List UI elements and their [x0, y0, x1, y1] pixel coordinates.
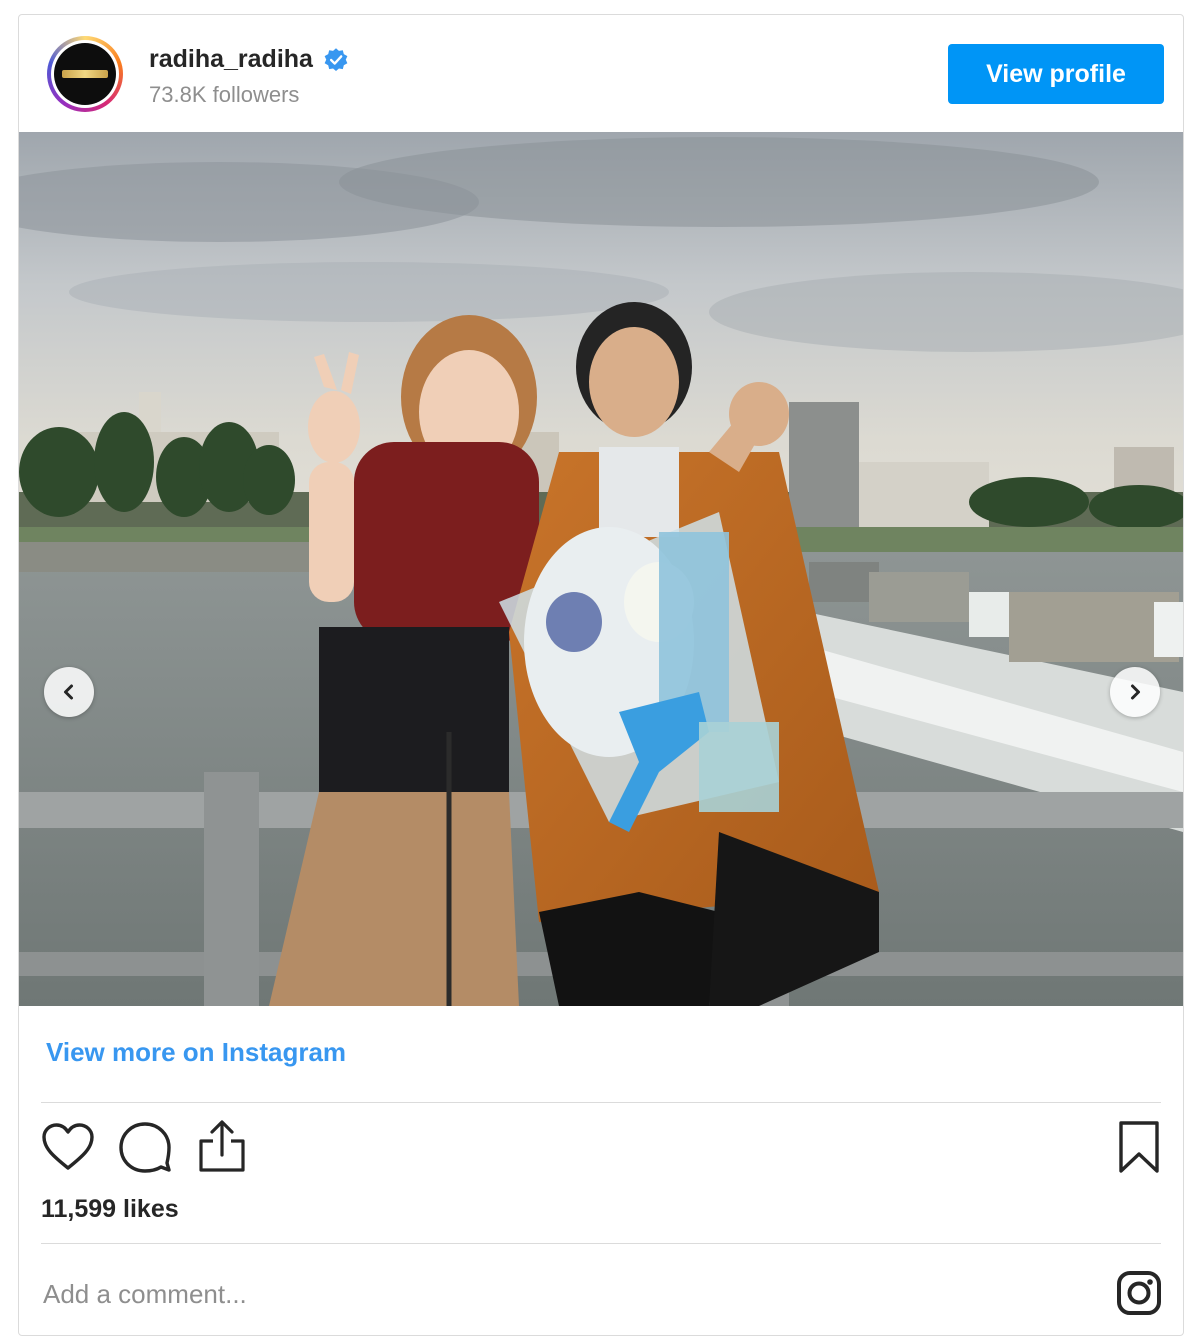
- follower-count: 73.8K followers: [149, 82, 300, 107]
- divider: [41, 1102, 1161, 1103]
- carousel-prev-button[interactable]: [44, 667, 94, 717]
- view-more-link[interactable]: View more on Instagram: [46, 1037, 346, 1068]
- carousel-next-button[interactable]: [1110, 667, 1160, 717]
- heart-icon[interactable]: [41, 1122, 95, 1172]
- like-count[interactable]: 11,599 likes: [41, 1195, 179, 1224]
- photo-illustration: [19, 132, 1183, 1006]
- avatar[interactable]: [47, 36, 123, 112]
- divider: [41, 1243, 1161, 1244]
- verified-badge-icon: [324, 47, 348, 71]
- profile-info: radiha_radiha: [149, 45, 349, 74]
- chevron-right-icon: [1131, 684, 1140, 700]
- comment-input[interactable]: [41, 1271, 1105, 1317]
- share-icon[interactable]: [197, 1119, 247, 1173]
- username[interactable]: radiha_radiha: [149, 45, 313, 74]
- chevron-left-icon: [64, 684, 73, 700]
- avatar-image: [54, 43, 116, 105]
- bookmark-icon[interactable]: [1117, 1120, 1161, 1174]
- view-profile-button[interactable]: View profile: [948, 44, 1164, 104]
- post-photo[interactable]: [19, 132, 1183, 1006]
- instagram-logo-icon[interactable]: [1116, 1270, 1162, 1316]
- instagram-embed-card: radiha_radiha 73.8K followers View profi…: [18, 14, 1184, 1336]
- comment-icon[interactable]: [117, 1121, 173, 1173]
